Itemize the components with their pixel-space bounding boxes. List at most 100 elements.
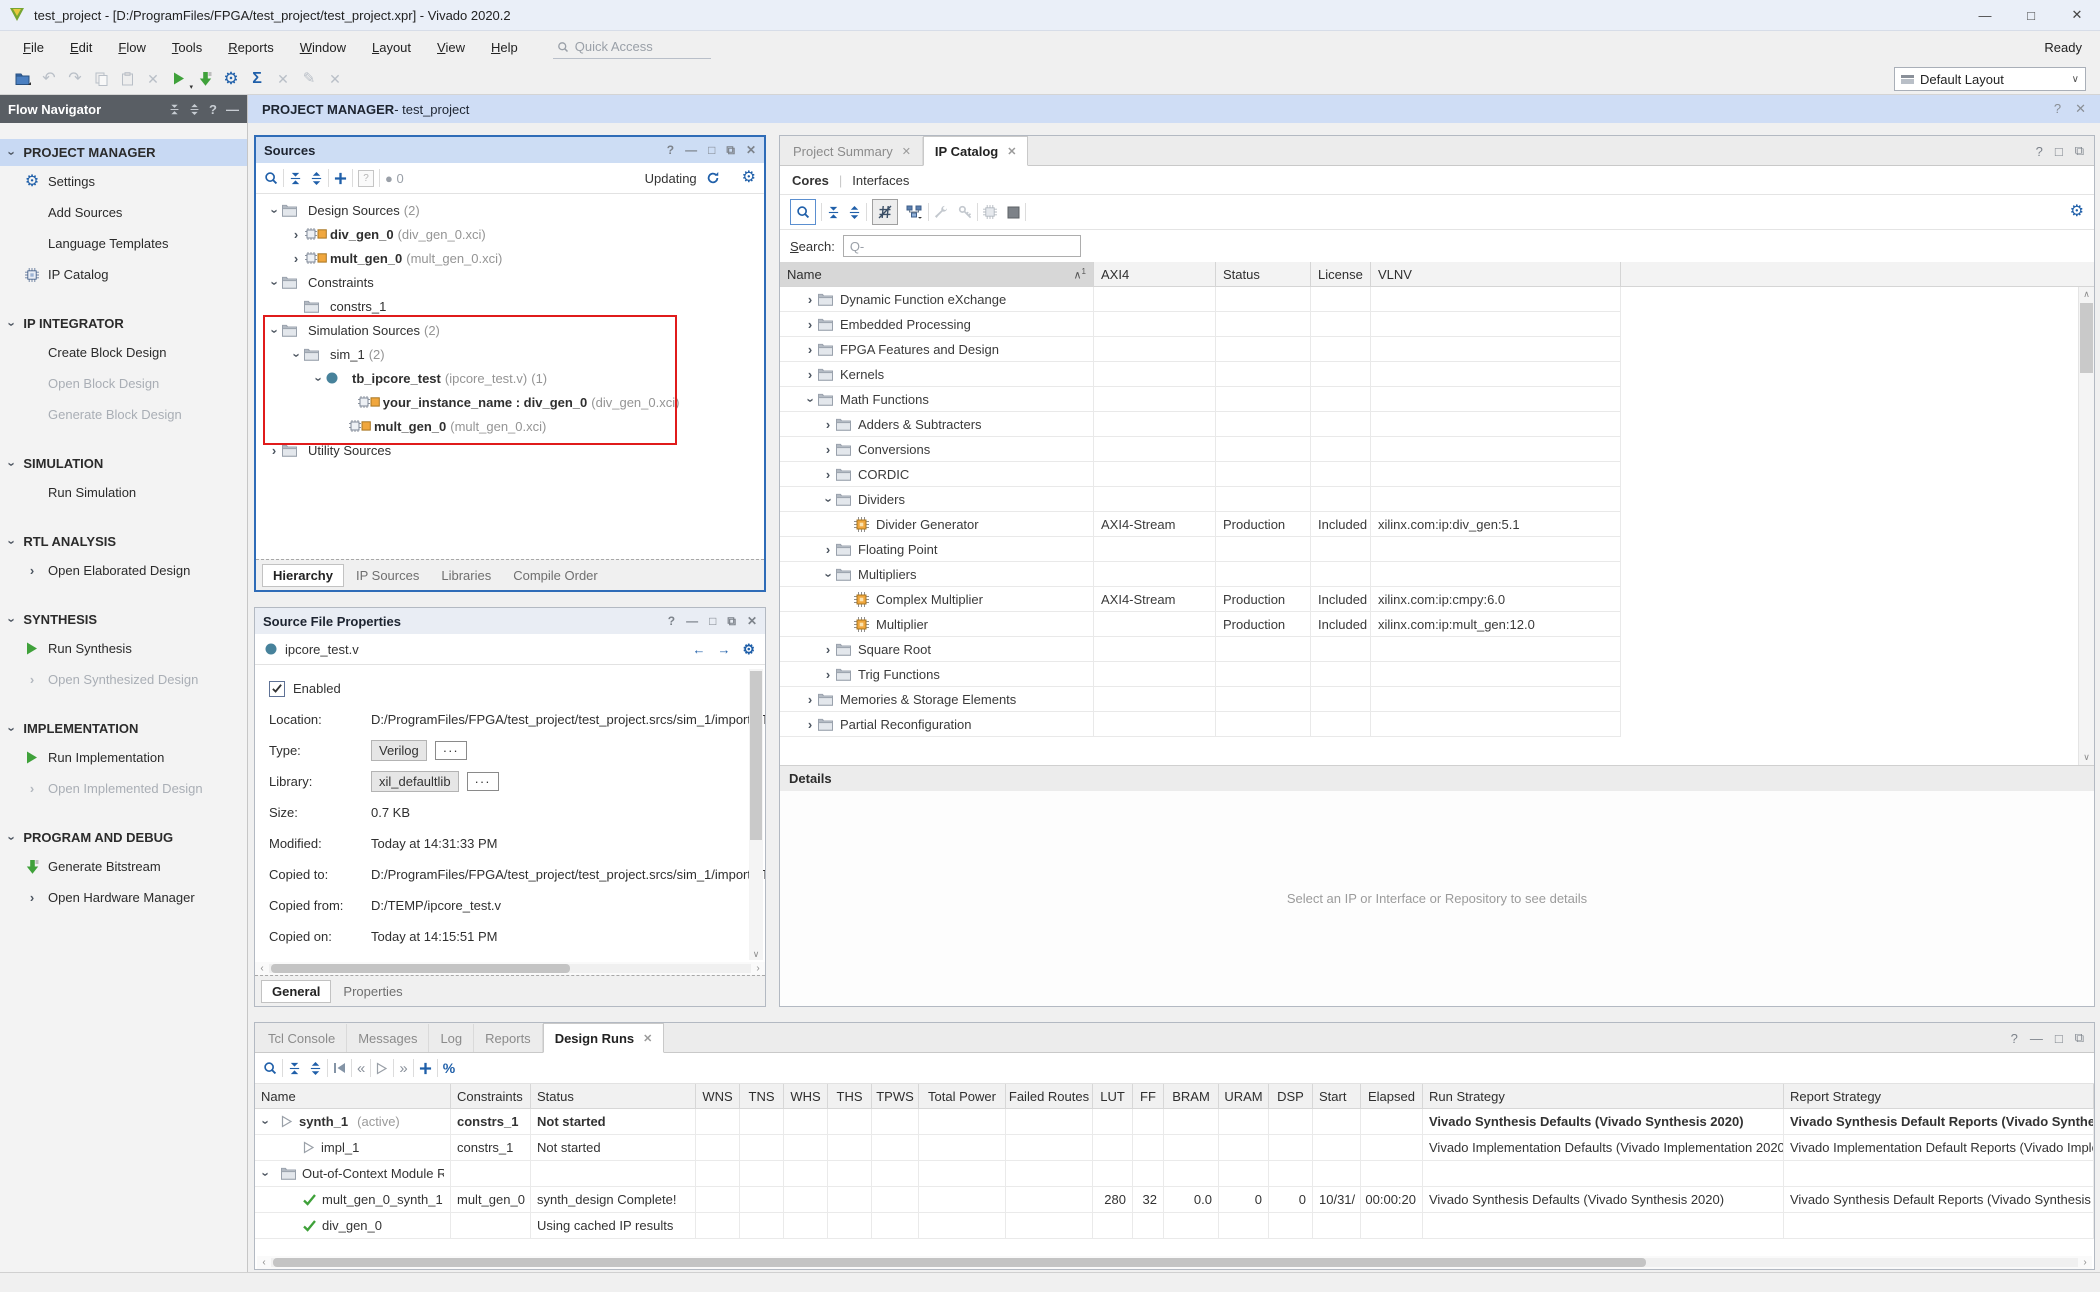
chevron-right-icon[interactable]: › [826,642,830,657]
float-panel-icon[interactable]: ⧉ [727,614,736,629]
maximize-panel-icon[interactable]: □ [709,614,716,628]
tree-row[interactable]: › mult_gen_0 (mult_gen_0.xci) [256,246,764,270]
ip-catalog-row[interactable]: › Square Root [780,637,1621,662]
close-panel-icon[interactable]: ✕ [746,143,756,157]
maximize-panel-icon[interactable]: □ [2055,144,2063,159]
chevron-right-icon[interactable]: › [808,317,812,332]
refresh-icon[interactable] [706,171,720,185]
tree-row[interactable]: › tb_ipcore_test (ipcore_test.v) (1) [256,366,764,390]
sidebar-item-open-hardware-manager[interactable]: ›Open Hardware Manager [0,882,247,913]
float-panel-icon[interactable]: ⧉ [2075,143,2084,159]
tree-row[interactable]: › Simulation Sources (2) [256,318,764,342]
maximize-panel-icon[interactable]: □ [708,143,715,157]
forward-arrow-icon[interactable]: → [717,642,730,657]
chevron-right-icon[interactable]: › [294,227,298,242]
close-icon[interactable]: ✕ [2075,101,2086,117]
help-icon[interactable]: ? [668,614,675,628]
collapse-all-icon[interactable] [827,206,840,219]
minimize-panel-icon[interactable]: — [685,143,697,157]
design-run-row[interactable]: div_gen_0Using cached IP results [255,1213,2094,1239]
chevron-down-icon[interactable]: › [803,398,818,402]
step-back-icon[interactable]: « [357,1061,365,1076]
chevron-right-icon[interactable]: › [826,467,830,482]
ip-catalog-row[interactable]: › Math Functions [780,387,1621,412]
column-header-license[interactable]: License [1311,262,1371,286]
help-icon[interactable]: ? [2036,144,2043,159]
help-icon[interactable]: ? [2054,101,2061,117]
expand-all-icon[interactable] [189,104,200,115]
column-header-run-strategy[interactable]: Run Strategy [1423,1084,1784,1108]
quick-access-search[interactable]: Quick Access [553,36,711,59]
ip-catalog-row[interactable]: › Adders & Subtracters [780,412,1621,437]
design-run-row[interactable]: › synth_1 (active)constrs_1Not startedVi… [255,1109,2094,1135]
settings-gear-icon[interactable]: ⚙ [742,641,755,658]
chevron-right-icon[interactable]: › [808,367,812,382]
ip-catalog-row[interactable]: › Partial Reconfiguration [780,712,1621,737]
column-header-constraints[interactable]: Constraints [451,1084,531,1108]
menu-reports[interactable]: Reports [215,36,287,59]
run-button[interactable]: ▾ [166,67,192,91]
expand-all-icon[interactable] [310,172,323,185]
collapse-all-icon[interactable] [289,172,302,185]
ip-catalog-row[interactable]: Divider GeneratorAXI4-StreamProductionIn… [780,512,1621,537]
design-run-row[interactable]: mult_gen_0_synth_1mult_gen_0synth_design… [255,1187,2094,1213]
subtab-cores[interactable]: Cores [792,173,829,188]
ip-catalog-row[interactable]: › Kernels [780,362,1621,387]
menu-file[interactable]: File [10,36,57,59]
settings-gear-icon[interactable]: ⚙ [742,170,756,186]
help-icon[interactable]: ? [209,102,217,117]
search-button[interactable] [790,199,816,225]
ip-catalog-row[interactable]: › Memories & Storage Elements [780,687,1621,712]
ip-search-input[interactable]: Q- [843,235,1081,257]
search-icon[interactable] [263,1061,277,1075]
horizontal-scrollbar[interactable]: ‹ › [255,962,765,975]
sidebar-item-ip-catalog[interactable]: IP Catalog [0,259,247,290]
column-header-whs[interactable]: WHS [784,1084,828,1108]
column-header-uram[interactable]: URAM [1219,1084,1269,1108]
menu-tools[interactable]: Tools [159,36,215,59]
layout-selector[interactable]: Default Layout ∨ [1894,67,2086,91]
scroll-left-icon[interactable]: ‹ [255,963,269,974]
column-header-tpws[interactable]: TPWS [872,1084,919,1108]
ip-catalog-row[interactable]: Complex MultiplierAXI4-StreamProductionI… [780,587,1621,612]
tab-reports[interactable]: Reports [474,1024,543,1052]
tree-row[interactable]: › Constraints [256,270,764,294]
float-panel-icon[interactable]: ⧉ [726,143,735,158]
menu-window[interactable]: Window [287,36,359,59]
tab-project-summary[interactable]: Project Summary✕ [782,137,923,165]
chevron-right-icon[interactable]: › [272,443,276,458]
field-value-type-[interactable]: Verilog [371,740,427,761]
chevron-down-icon[interactable]: › [258,1172,273,1176]
column-header-status[interactable]: Status [531,1084,696,1108]
field-value-library-[interactable]: xil_defaultlib [371,771,459,792]
collapse-all-icon[interactable] [288,1062,301,1075]
ip-catalog-row[interactable]: › Trig Functions [780,662,1621,687]
tab-ip-catalog[interactable]: IP Catalog✕ [923,136,1029,166]
generate-bitstream-button[interactable] [192,67,218,91]
ip-catalog-row[interactable]: › Embedded Processing [780,312,1621,337]
help-icon[interactable]: ? [667,143,674,157]
settings-gear-icon[interactable]: ⚙ [2070,204,2084,220]
tree-row[interactable]: › Utility Sources [256,438,764,462]
chevron-right-icon[interactable]: › [294,251,298,266]
chevron-right-icon[interactable]: › [826,667,830,682]
column-header-report-strategy[interactable]: Report Strategy [1784,1084,2094,1108]
chevron-down-icon[interactable]: › [267,329,282,333]
column-header-wns[interactable]: WNS [696,1084,740,1108]
tree-row[interactable]: › Design Sources (2) [256,198,764,222]
sidebar-section-header-ip-integrator[interactable]: ›IP INTEGRATOR [0,310,247,337]
scroll-up-icon[interactable]: ∧ [2079,289,2094,300]
sidebar-item-open-elaborated-design[interactable]: ›Open Elaborated Design [0,555,247,586]
add-sources-icon[interactable] [334,172,347,185]
chevron-down-icon[interactable]: › [267,209,282,213]
help-icon[interactable]: ? [2011,1031,2018,1046]
column-header-lut[interactable]: LUT [1093,1084,1133,1108]
design-run-row[interactable]: › Out-of-Context Module Runs [255,1161,2094,1187]
back-arrow-icon[interactable]: ← [692,642,705,657]
chevron-right-icon[interactable]: › [808,692,812,707]
percent-icon[interactable]: % [443,1061,455,1075]
design-run-row[interactable]: impl_1constrs_1Not startedVivado Impleme… [255,1135,2094,1161]
chevron-right-icon[interactable]: › [826,442,830,457]
column-header-name[interactable]: Name [255,1084,451,1108]
chevron-down-icon[interactable]: › [267,281,282,285]
